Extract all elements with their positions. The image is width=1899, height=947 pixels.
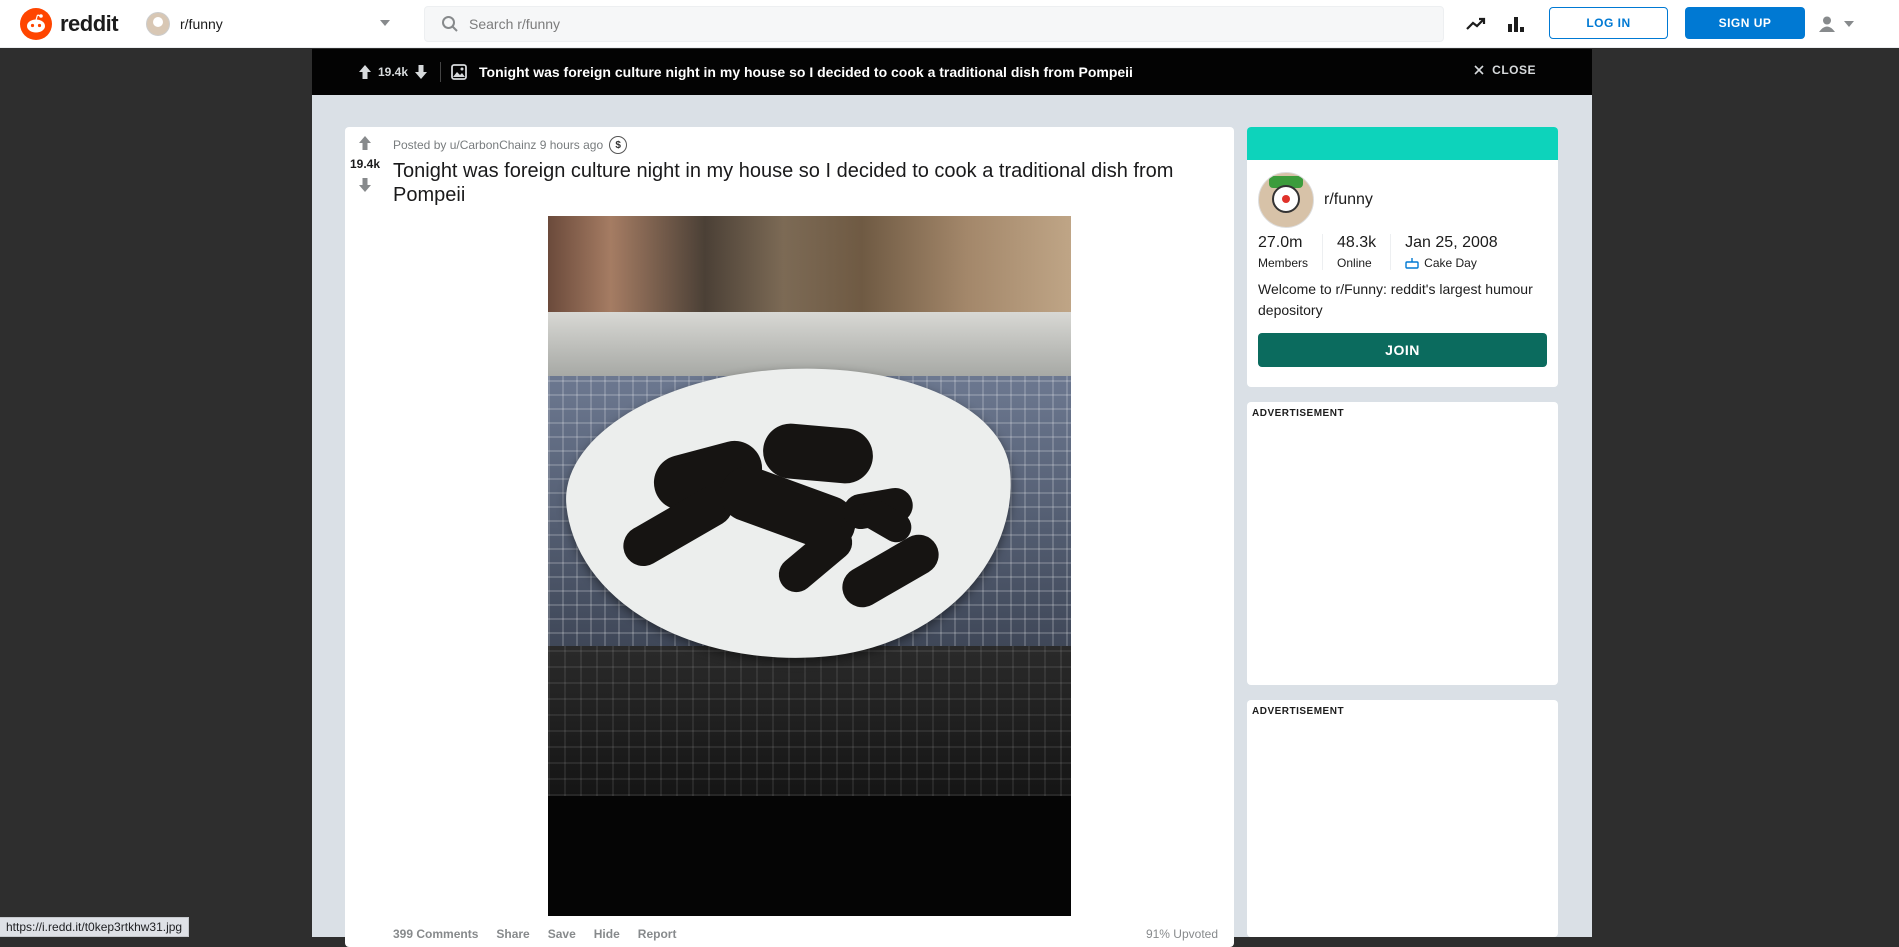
vote-score: 19.4k — [378, 65, 409, 79]
post-actions: 399 Comments Share Save Hide Report — [393, 927, 676, 941]
subreddit-avatar-icon — [146, 12, 170, 36]
upvote-icon[interactable] — [358, 64, 372, 80]
post-meta-text: Posted by u/CarbonChainz 9 hours ago — [393, 138, 604, 152]
cake-day-label: Cake Day — [1424, 256, 1477, 270]
cake-icon — [1405, 258, 1419, 269]
cake-day-date: Jan 25, 2008 — [1405, 234, 1498, 251]
chevron-down-icon — [1844, 21, 1854, 27]
cake-day-row: Cake Day — [1405, 256, 1498, 270]
photo-sill — [548, 312, 1071, 376]
vote-column: 19.4k — [345, 135, 385, 193]
browser-status-url: https://i.redd.it/t0kep3rtkhw31.jpg — [0, 917, 190, 937]
advertisement-card: ADVERTISEMENT — [1247, 700, 1558, 937]
community-header: r/funny — [1258, 172, 1373, 228]
community-dropdown[interactable]: r/funny — [146, 11, 396, 37]
about-community-card: r/funny 27.0m Members 48.3k Online Jan 2… — [1247, 127, 1558, 387]
vote-group: 19.4k — [358, 64, 428, 80]
members-stat: 27.0m Members — [1258, 234, 1324, 270]
reddit-logo[interactable]: reddit — [20, 8, 119, 40]
award-icon[interactable]: $ — [609, 136, 628, 154]
community-description: Welcome to r/Funny: reddit's largest hum… — [1258, 281, 1533, 318]
post-meta: Posted by u/CarbonChainz 9 hours ago $ — [393, 136, 628, 154]
community-name: r/funny — [180, 16, 223, 32]
close-button[interactable]: CLOSE — [1474, 63, 1536, 77]
search-bar[interactable] — [424, 6, 1444, 42]
advertisement-label: ADVERTISEMENT — [1252, 706, 1345, 717]
post-image[interactable] — [548, 216, 1071, 916]
chevron-down-icon — [380, 20, 390, 26]
divider — [440, 62, 442, 82]
join-button[interactable]: JOIN — [1258, 333, 1547, 367]
downvote-icon[interactable] — [358, 177, 372, 193]
community-title[interactable]: r/funny — [1324, 191, 1373, 209]
post-header-bar: 19.4k Tonight was foreign culture night … — [312, 49, 1592, 95]
post-card: 19.4k Posted by u/CarbonChainz 9 hours a… — [345, 127, 1234, 947]
advertisement-label: ADVERTISEMENT — [1252, 408, 1345, 419]
reddit-wordmark: reddit — [60, 11, 119, 36]
online-count: 48.3k — [1337, 234, 1377, 251]
share-button[interactable]: Share — [496, 927, 529, 941]
post-title: Tonight was foreign culture night in my … — [393, 160, 1174, 206]
top-header: reddit r/funny LOG IN SIGN UP — [0, 0, 1899, 48]
community-banner — [1247, 127, 1558, 160]
members-count: 27.0m — [1258, 234, 1303, 251]
upvote-ratio: 91% Upvoted — [1145, 927, 1218, 941]
report-button[interactable]: Report — [638, 927, 677, 941]
trending-icon[interactable] — [1464, 12, 1488, 36]
online-stat: 48.3k Online — [1337, 234, 1392, 270]
online-label: Online — [1337, 256, 1372, 270]
search-input[interactable] — [467, 15, 1371, 33]
hide-button[interactable]: Hide — [594, 927, 620, 941]
vote-score: 19.4k — [349, 157, 381, 171]
photo-bottom — [548, 796, 1071, 916]
downvote-icon[interactable] — [414, 64, 428, 80]
post-bar-title: Tonight was foreign culture night in my … — [479, 64, 1133, 80]
advertisement-card: ADVERTISEMENT — [1247, 402, 1558, 685]
photo-counter — [548, 646, 1071, 796]
members-label: Members — [1258, 256, 1309, 270]
photo-window — [548, 216, 1071, 316]
search-icon — [442, 16, 458, 32]
reddit-alien-icon — [20, 8, 52, 40]
signup-button[interactable]: SIGN UP — [1685, 7, 1805, 39]
community-stats: 27.0m Members 48.3k Online Jan 25, 2008 … — [1258, 234, 1526, 270]
close-label: CLOSE — [1492, 63, 1536, 77]
comments-button[interactable]: 399 Comments — [393, 927, 478, 941]
cake-day-stat: Jan 25, 2008 Cake Day — [1405, 234, 1512, 270]
login-button[interactable]: LOG IN — [1549, 7, 1668, 39]
user-icon — [1819, 16, 1835, 32]
upvote-icon[interactable] — [358, 135, 372, 151]
close-icon — [1474, 65, 1484, 75]
subreddit-avatar-icon[interactable] — [1258, 172, 1314, 228]
image-post-icon — [451, 64, 467, 80]
leaderboard-icon[interactable] — [1504, 12, 1528, 36]
save-button[interactable]: Save — [548, 927, 576, 941]
user-menu-dropdown[interactable] — [1818, 12, 1858, 36]
